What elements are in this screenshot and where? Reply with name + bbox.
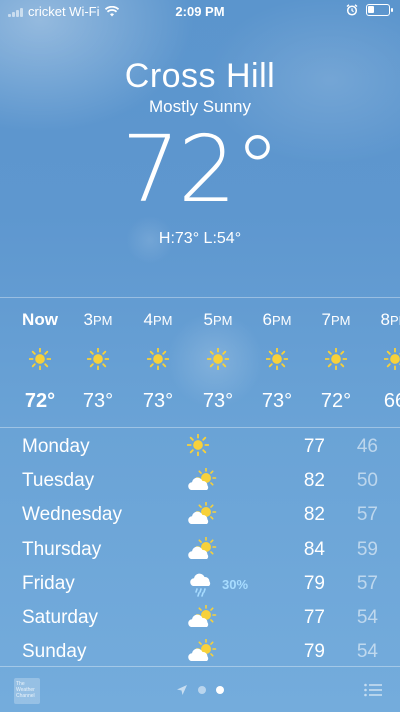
day-name: Saturday (22, 607, 99, 628)
day-high-temp: 82 (303, 470, 325, 492)
page-indicator[interactable] (0, 684, 400, 696)
hourly-time-value: 7 (321, 310, 331, 329)
page-dot-active[interactable] (216, 686, 224, 694)
day-high-temp: 79 (303, 572, 325, 594)
sun-icon (383, 347, 400, 371)
bottom-toolbar: The Weather Channel (0, 666, 400, 712)
daily-row: Sunday 79 54 (0, 635, 400, 669)
hourly-ampm: PM (271, 313, 292, 328)
day-name: Friday (22, 572, 75, 594)
sun-icon (146, 347, 170, 371)
daily-row: Friday 30% 79 57 (0, 567, 400, 601)
day-high-temp: 77 (303, 607, 325, 628)
hourly-time: 3PM (68, 310, 128, 330)
day-name: Tuesday (22, 470, 95, 492)
hourly-time: 5PM (188, 310, 248, 330)
hourly-time-value: 3 (83, 310, 93, 329)
daily-row: Monday 77 46 (0, 430, 400, 464)
hourly-temperature: 73° (82, 390, 114, 412)
sun-icon (186, 433, 217, 460)
current-weather-header: Cross Hill Mostly Sunny 72° H:73° L:54° (0, 56, 400, 248)
sun-icon (86, 347, 110, 371)
hourly-ampm: PM (330, 313, 351, 328)
hourly-temperature: 72° (24, 390, 56, 412)
hourly-forecast[interactable]: Now72°3PM73°4PM73°5PM73°6PM73°7PM72°8PM6… (0, 297, 400, 428)
day-low-temp: 59 (356, 538, 378, 560)
daily-row: Thursday 84 59 (0, 533, 400, 567)
high-low-temperature: H:73° L:54° (158, 230, 242, 247)
hourly-time-value: 8 (380, 310, 390, 329)
hourly-ampm: PM (92, 313, 113, 328)
hourly-time: 6PM (247, 310, 307, 330)
current-temperature: 72° (121, 116, 280, 223)
weather-condition: Mostly Sunny (148, 97, 252, 116)
partly-cloudy-icon (187, 536, 217, 563)
day-name: Wednesday (22, 504, 122, 526)
partly-cloudy-icon (187, 604, 217, 631)
hourly-temperature: 66 (383, 390, 400, 412)
hourly-temperature: 73° (261, 390, 293, 412)
hourly-time: 4PM (128, 310, 188, 330)
sun-icon (28, 347, 52, 371)
day-low-temp: 50 (356, 470, 378, 492)
partly-cloudy-icon (187, 467, 217, 494)
daily-row: Wednesday 82 57 (0, 498, 400, 532)
day-name: Monday (22, 436, 90, 457)
day-high-temp: 84 (303, 538, 325, 560)
city-name: Cross Hill (124, 57, 276, 95)
sun-icon (324, 347, 348, 371)
hourly-time-value: 5 (203, 310, 213, 329)
hourly-ampm: PM (389, 313, 400, 328)
battery-fill (368, 6, 374, 13)
day-name: Sunday (22, 641, 87, 663)
day-name: Thursday (22, 538, 102, 560)
hourly-temperature: 72° (320, 390, 352, 412)
daily-row: Saturday 77 54 (0, 601, 400, 635)
hourly-time-value: Now (22, 310, 58, 329)
day-high-temp: 77 (303, 436, 325, 457)
rain-cloud-icon (187, 571, 217, 597)
status-time: 2:09 PM (175, 4, 225, 19)
location-arrow-icon[interactable] (176, 684, 188, 696)
hourly-time: 8PM (365, 310, 400, 330)
battery-icon (366, 4, 393, 16)
hourly-time: Now (10, 310, 70, 330)
partly-cloudy-icon (187, 502, 217, 528)
precipitation-chance: 30% (222, 576, 249, 592)
list-icon[interactable] (364, 683, 382, 697)
hourly-temperature: 73° (142, 390, 174, 412)
day-low-temp: 46 (356, 436, 378, 457)
hourly-ampm: PM (212, 313, 233, 328)
day-low-temp: 54 (356, 607, 378, 628)
day-low-temp: 54 (356, 641, 378, 663)
partly-cloudy-icon (187, 638, 217, 665)
daily-row: Tuesday 82 50 (0, 464, 400, 498)
hourly-time-value: 4 (143, 310, 153, 329)
hourly-temperature: 73° (202, 390, 234, 412)
sun-icon (206, 347, 230, 371)
day-high-temp: 82 (303, 504, 325, 526)
status-right (346, 4, 393, 16)
hourly-ampm: PM (152, 313, 173, 328)
day-low-temp: 57 (356, 572, 378, 594)
alarm-icon (346, 4, 358, 16)
sun-icon (265, 347, 289, 371)
day-low-temp: 57 (356, 504, 378, 526)
day-high-temp: 79 (303, 641, 325, 663)
page-dot[interactable] (198, 686, 206, 694)
hourly-time: 7PM (306, 310, 366, 330)
hourly-time-value: 6 (262, 310, 272, 329)
status-bar: cricket Wi-Fi 2:09 PM (0, 0, 400, 22)
